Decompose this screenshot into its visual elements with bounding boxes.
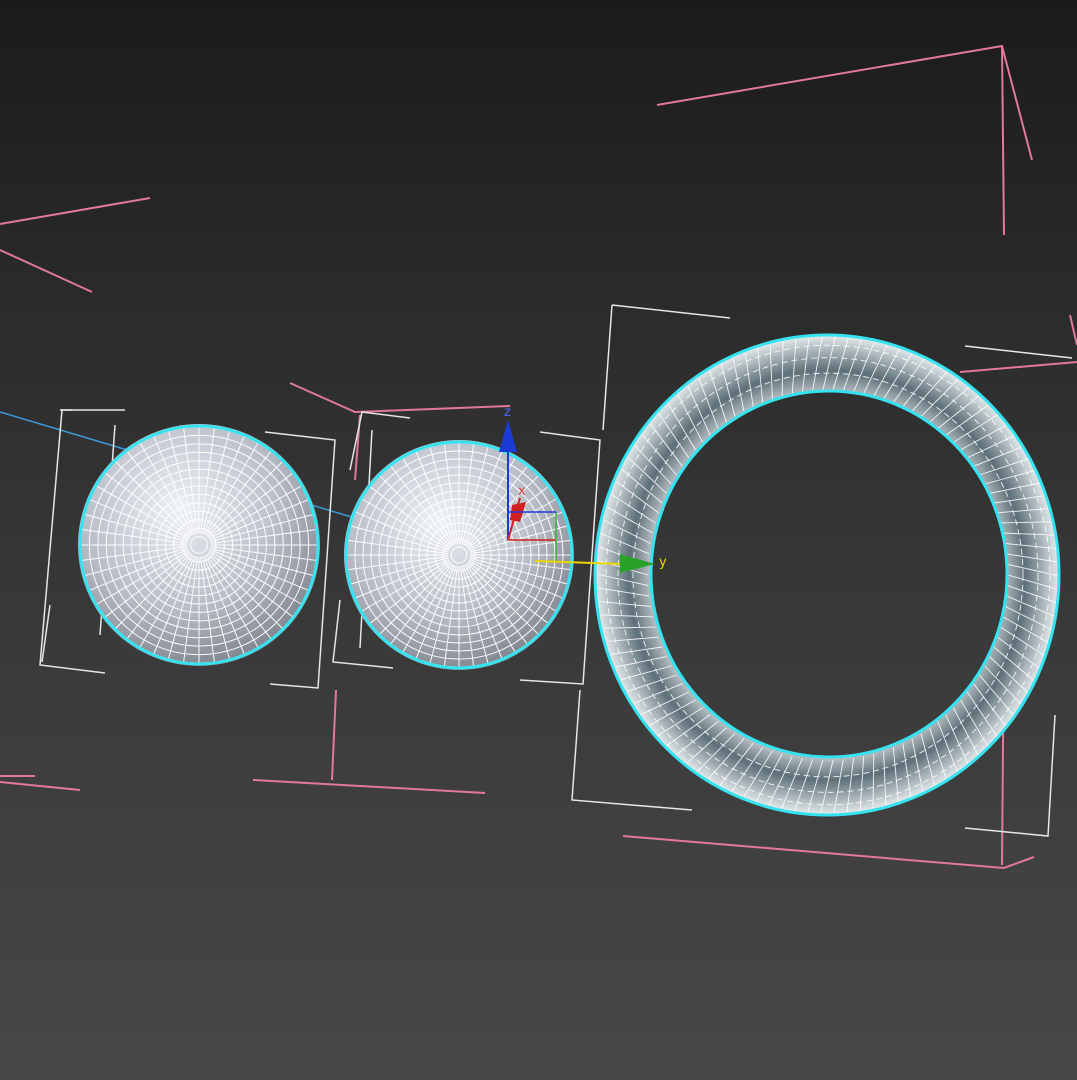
x-axis-label: x xyxy=(518,484,526,499)
z-axis-label: z xyxy=(504,405,511,420)
y-axis-label: y xyxy=(659,555,667,570)
viewport-canvas[interactable]: z x y xyxy=(0,0,1077,1080)
torus-object[interactable] xyxy=(593,333,1061,817)
sphere-object-2[interactable] xyxy=(344,440,574,670)
torus-inner-outline xyxy=(649,389,1009,759)
sphere-object-1[interactable] xyxy=(78,424,320,666)
viewport[interactable]: z x y xyxy=(0,0,1077,1080)
z-axis-arrow-icon[interactable] xyxy=(499,420,517,452)
